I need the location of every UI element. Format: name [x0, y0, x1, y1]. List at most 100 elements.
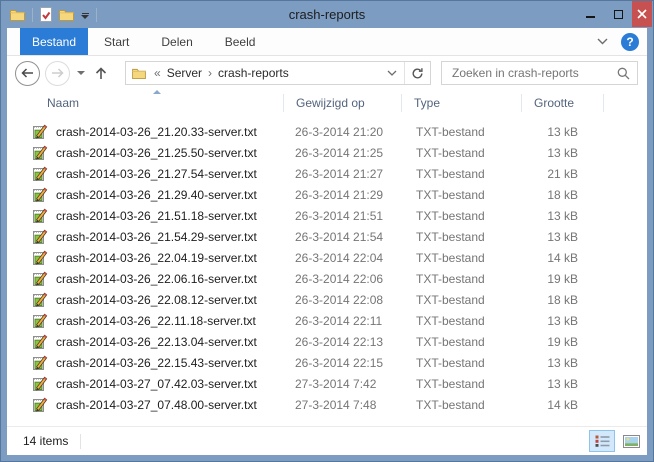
- file-list-pane: Naam Gewijzigd op Type Grootte crash-201…: [7, 90, 647, 426]
- table-row[interactable]: crash-2014-03-26_21.25.50-server.txt26-3…: [7, 142, 647, 163]
- table-row[interactable]: crash-2014-03-26_21.54.29-server.txt26-3…: [7, 226, 647, 247]
- tab-beeld[interactable]: Beeld: [209, 28, 272, 55]
- collapse-ribbon-chevron-icon[interactable]: [597, 38, 608, 45]
- table-row[interactable]: crash-2014-03-26_21.20.33-server.txt26-3…: [7, 121, 647, 142]
- tab-start[interactable]: Start: [88, 28, 145, 55]
- file-type: TXT-bestand: [404, 356, 514, 370]
- file-size: 14 kB: [514, 251, 580, 265]
- folder-icon[interactable]: [10, 9, 25, 21]
- navigation-bar: « Server › crash-reports: [7, 56, 647, 90]
- close-button[interactable]: [632, 1, 652, 27]
- file-name: crash-2014-03-26_22.06.16-server.txt: [56, 272, 282, 286]
- text-file-icon: [32, 250, 56, 266]
- refresh-button[interactable]: [404, 62, 430, 84]
- text-file-icon: [32, 124, 56, 140]
- column-header-gewijzigd-op[interactable]: Gewijzigd op: [284, 90, 402, 115]
- file-size: 13 kB: [514, 314, 580, 328]
- file-modified: 26-3-2014 22:04: [282, 251, 404, 265]
- file-modified: 27-3-2014 7:48: [282, 398, 404, 412]
- text-file-icon: [32, 334, 48, 350]
- file-type: TXT-bestand: [404, 377, 514, 391]
- file-type: TXT-bestand: [404, 398, 514, 412]
- text-file-icon: [32, 166, 56, 182]
- properties-check-icon[interactable]: [40, 7, 52, 22]
- details-view-button[interactable]: [589, 430, 615, 452]
- table-row[interactable]: crash-2014-03-26_21.27.54-server.txt26-3…: [7, 163, 647, 184]
- minimize-icon: [586, 16, 595, 18]
- minimize-button[interactable]: [576, 1, 604, 27]
- file-type: TXT-bestand: [404, 125, 514, 139]
- text-file-icon: [32, 166, 48, 182]
- column-header-grootte[interactable]: Grootte: [522, 90, 604, 115]
- file-modified: 26-3-2014 22:08: [282, 293, 404, 307]
- file-modified: 27-3-2014 7:42: [282, 377, 404, 391]
- file-size: 19 kB: [514, 272, 580, 286]
- file-size: 18 kB: [514, 188, 580, 202]
- file-type: TXT-bestand: [404, 272, 514, 286]
- close-icon: [637, 9, 647, 19]
- text-file-icon: [32, 355, 56, 371]
- ribbon-tab-bar: Bestand Start Delen Beeld ?: [7, 28, 647, 56]
- back-button[interactable]: [15, 61, 40, 86]
- table-row[interactable]: crash-2014-03-26_22.13.04-server.txt26-3…: [7, 331, 647, 352]
- table-row[interactable]: crash-2014-03-27_07.48.00-server.txt27-3…: [7, 394, 647, 415]
- file-type: TXT-bestand: [404, 293, 514, 307]
- file-size: 13 kB: [514, 230, 580, 244]
- table-row[interactable]: crash-2014-03-27_07.42.03-server.txt27-3…: [7, 373, 647, 394]
- tab-delen[interactable]: Delen: [145, 28, 208, 55]
- file-name: crash-2014-03-26_21.27.54-server.txt: [56, 167, 282, 181]
- breadcrumb-item-server[interactable]: Server: [164, 66, 205, 80]
- text-file-icon: [32, 355, 48, 371]
- file-name: crash-2014-03-26_22.04.19-server.txt: [56, 251, 282, 265]
- text-file-icon: [32, 271, 48, 287]
- refresh-icon: [411, 67, 424, 80]
- maximize-button[interactable]: [604, 1, 632, 27]
- thumbnail-view-button[interactable]: [618, 430, 644, 452]
- table-row[interactable]: crash-2014-03-26_22.11.18-server.txt26-3…: [7, 310, 647, 331]
- search-icon[interactable]: [617, 67, 630, 80]
- folder-icon[interactable]: [59, 9, 74, 21]
- table-row[interactable]: crash-2014-03-26_22.04.19-server.txt26-3…: [7, 247, 647, 268]
- folder-icon: [132, 68, 146, 79]
- up-button[interactable]: [93, 66, 109, 80]
- file-size: 13 kB: [514, 209, 580, 223]
- address-bar[interactable]: « Server › crash-reports: [125, 61, 431, 85]
- column-header-type[interactable]: Type: [402, 90, 522, 115]
- file-name: crash-2014-03-26_22.13.04-server.txt: [56, 335, 282, 349]
- text-file-icon: [32, 145, 56, 161]
- table-row[interactable]: crash-2014-03-26_21.29.40-server.txt26-3…: [7, 184, 647, 205]
- breadcrumb-overflow-icon[interactable]: «: [151, 66, 164, 80]
- customize-toolbar-dropdown-icon[interactable]: [81, 11, 89, 19]
- file-list: crash-2014-03-26_21.20.33-server.txt26-3…: [7, 115, 647, 415]
- file-size: 18 kB: [514, 293, 580, 307]
- address-history-dropdown[interactable]: [380, 62, 404, 84]
- file-modified: 26-3-2014 21:27: [282, 167, 404, 181]
- forward-arrow-icon: [51, 68, 64, 78]
- text-file-icon: [32, 271, 56, 287]
- table-row[interactable]: crash-2014-03-26_22.06.16-server.txt26-3…: [7, 268, 647, 289]
- text-file-icon: [32, 292, 56, 308]
- file-modified: 26-3-2014 21:54: [282, 230, 404, 244]
- text-file-icon: [32, 376, 48, 392]
- titlebar[interactable]: crash-reports: [1, 1, 653, 28]
- file-name: crash-2014-03-26_21.25.50-server.txt: [56, 146, 282, 160]
- help-button[interactable]: ?: [621, 33, 639, 51]
- search-input[interactable]: [450, 65, 617, 81]
- file-type: TXT-bestand: [404, 188, 514, 202]
- column-header-naam[interactable]: Naam: [34, 90, 284, 115]
- window-controls: [576, 1, 652, 27]
- table-row[interactable]: crash-2014-03-26_22.08.12-server.txt26-3…: [7, 289, 647, 310]
- table-row[interactable]: crash-2014-03-26_22.15.43-server.txt26-3…: [7, 352, 647, 373]
- view-mode-buttons: [589, 430, 644, 452]
- file-size: 13 kB: [514, 377, 580, 391]
- explorer-window: crash-reports Bestand Start Delen Beeld …: [0, 0, 654, 462]
- table-row[interactable]: crash-2014-03-26_21.51.18-server.txt26-3…: [7, 205, 647, 226]
- maximize-icon: [614, 10, 623, 19]
- file-size: 13 kB: [514, 146, 580, 160]
- tab-bestand[interactable]: Bestand: [20, 28, 88, 55]
- file-size: 21 kB: [514, 167, 580, 181]
- recent-locations-dropdown-icon[interactable]: [77, 71, 85, 75]
- forward-button[interactable]: [45, 61, 70, 86]
- breadcrumb-item-crash-reports[interactable]: crash-reports: [215, 66, 292, 80]
- breadcrumb-separator-icon[interactable]: ›: [205, 66, 215, 80]
